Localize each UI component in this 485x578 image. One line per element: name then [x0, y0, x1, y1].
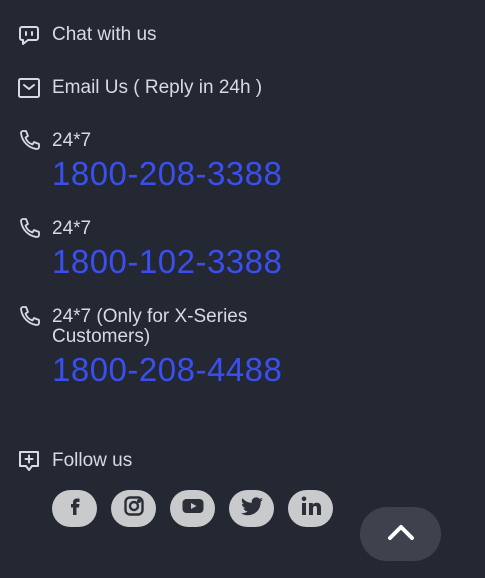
follow-heading: Follow us	[16, 448, 132, 474]
phone-number-link[interactable]: 1800-208-3388	[52, 155, 282, 193]
phone-entry: 24*7	[16, 216, 91, 242]
phone-number-link[interactable]: 1800-102-3388	[52, 243, 282, 281]
social-links	[52, 490, 333, 527]
availability-label: 24*7	[52, 218, 92, 239]
follow-icon	[16, 448, 42, 474]
linkedin-button[interactable]	[288, 490, 333, 527]
phone-icon	[16, 216, 42, 242]
follow-label: Follow us	[52, 450, 133, 471]
mail-icon	[16, 75, 42, 101]
instagram-icon	[122, 494, 146, 523]
youtube-icon	[181, 494, 205, 523]
chat-label: Chat with us	[52, 24, 157, 45]
phone-number-link[interactable]: 1800-208-4488	[52, 351, 282, 389]
facebook-icon	[63, 494, 87, 523]
email-link[interactable]: Email Us ( Reply in 24h )	[16, 75, 262, 101]
instagram-button[interactable]	[111, 490, 156, 527]
twitter-button[interactable]	[229, 490, 274, 527]
availability-label: 24*7	[52, 130, 92, 151]
phone-entry: 24*7	[16, 128, 91, 154]
email-label: Email Us ( Reply in 24h )	[52, 77, 263, 98]
phone-entry: 24*7 (Only for X-Series Customers)	[16, 304, 247, 347]
twitter-icon	[240, 494, 264, 523]
availability-label-continued: Customers)	[52, 326, 151, 347]
facebook-button[interactable]	[52, 490, 97, 527]
phone-icon	[16, 128, 42, 154]
phone-icon	[16, 304, 42, 330]
back-to-top-button[interactable]	[360, 507, 441, 561]
chevron-up-icon	[386, 521, 416, 548]
linkedin-icon	[299, 494, 323, 523]
youtube-button[interactable]	[170, 490, 215, 527]
chat-link[interactable]: Chat with us	[16, 22, 157, 48]
availability-label: 24*7 (Only for X-Series	[52, 306, 248, 327]
chat-bubble-icon	[16, 22, 42, 48]
